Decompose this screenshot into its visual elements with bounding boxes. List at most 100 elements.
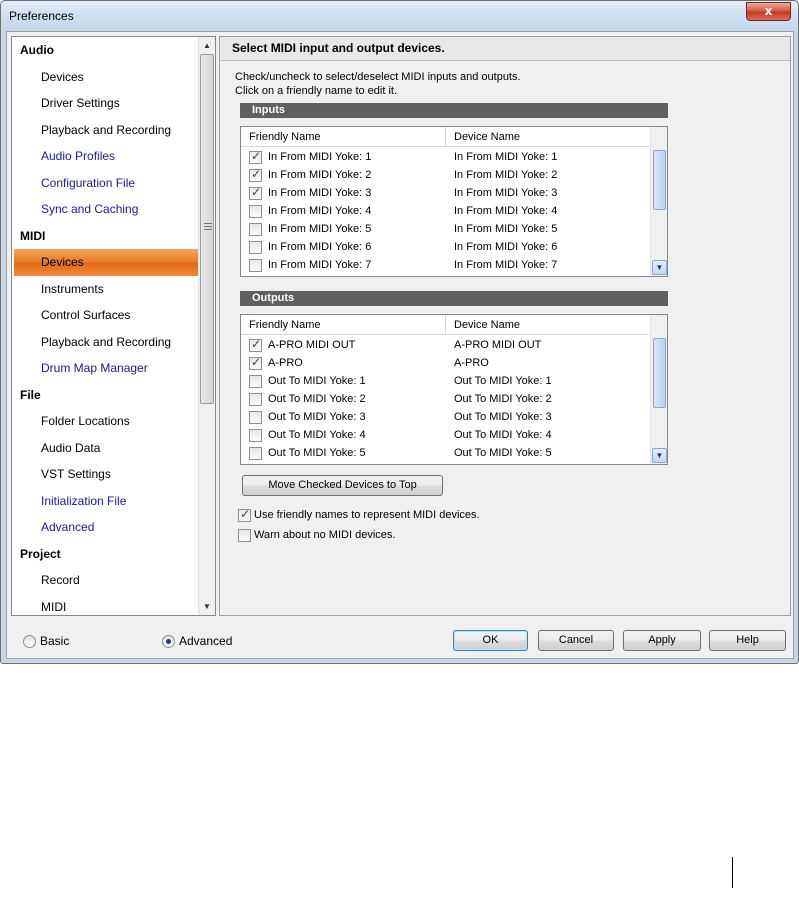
nav-section-project[interactable]: Project [12,541,200,568]
nav-item-devices[interactable]: Devices [12,64,200,91]
scroll-up-arrow-icon[interactable]: ▲ [199,37,215,54]
outputs-list-row[interactable]: Out To MIDI Yoke: 4 Out To MIDI Yoke: 4 [241,426,649,444]
use-friendly-names-checkbox[interactable] [238,507,251,522]
device-checkbox[interactable] [249,393,262,406]
device-checkbox[interactable] [249,223,262,236]
inputs-list-row[interactable]: In From MIDI Yoke: 1 In From MIDI Yoke: 1 [241,148,649,166]
scroll-down-arrow-icon[interactable]: ▼ [652,448,667,463]
nav-item-vst-settings[interactable]: VST Settings [12,461,200,488]
title-bar[interactable]: Preferences x [1,1,798,31]
friendly-name-cell[interactable]: In From MIDI Yoke: 6 [268,241,371,253]
friendly-name-column-header[interactable]: Friendly Name [249,131,321,143]
nav-item-advanced[interactable]: Advanced [12,514,200,541]
inputs-list-row[interactable]: In From MIDI Yoke: 3 In From MIDI Yoke: 3 [241,184,649,202]
outputs-list-row[interactable]: Out To MIDI Yoke: 5 Out To MIDI Yoke: 5 [241,444,649,462]
nav-item-midi[interactable]: MIDI [12,594,200,616]
nav-item-drum-map-manager[interactable]: Drum Map Manager [12,355,200,382]
friendly-name-cell[interactable]: In From MIDI Yoke: 4 [268,205,371,217]
device-checkbox[interactable] [249,167,262,182]
friendly-name-cell[interactable]: In From MIDI Yoke: 7 [268,259,371,271]
panel-header: Select MIDI input and output devices. [220,37,790,61]
friendly-name-cell[interactable]: In From MIDI Yoke: 5 [268,223,371,235]
page: Preferences x Audio Devices Driver Setting… [0,0,799,915]
device-name-cell: In From MIDI Yoke: 4 [454,205,558,217]
nav-section-file[interactable]: File [12,382,200,409]
ok-button[interactable]: OK [453,630,528,651]
device-checkbox[interactable] [249,355,262,370]
radio-circle-icon[interactable] [162,635,175,648]
inputs-scrollbar[interactable]: ▼ [650,127,667,276]
device-checkbox[interactable] [249,185,262,200]
warn-no-midi-label: Warn about no MIDI devices. [254,529,396,541]
nav-item-audio-data[interactable]: Audio Data [12,435,200,462]
device-name-cell: Out To MIDI Yoke: 5 [454,447,552,459]
nav-item-control-surfaces[interactable]: Control Surfaces [12,302,200,329]
outputs-list-header: Friendly Name Device Name [241,315,649,335]
inputs-list-row[interactable]: In From MIDI Yoke: 2 In From MIDI Yoke: 2 [241,166,649,184]
friendly-name-cell[interactable]: Out To MIDI Yoke: 5 [268,447,366,459]
inputs-list-row[interactable]: In From MIDI Yoke: 4 In From MIDI Yoke: 4 [241,202,649,220]
friendly-name-cell[interactable]: In From MIDI Yoke: 2 [268,169,371,181]
device-checkbox[interactable] [249,375,262,388]
category-scrollbar[interactable]: ▲ ▼ [198,37,215,615]
device-checkbox[interactable] [249,447,262,460]
device-checkbox[interactable] [249,149,262,164]
nav-item-initialization-file[interactable]: Initialization File [12,488,200,515]
nav-item-configuration-file[interactable]: Configuration File [12,170,200,197]
inputs-list-row[interactable]: In From MIDI Yoke: 5 In From MIDI Yoke: 5 [241,220,649,238]
help-button[interactable]: Help [709,630,786,651]
device-name-column-header[interactable]: Device Name [454,319,520,331]
nav-item-playback-and-recording[interactable]: Playback and Recording [12,117,200,144]
friendly-name-cell[interactable]: Out To MIDI Yoke: 2 [268,393,366,405]
inputs-list-row[interactable]: In From MIDI Yoke: 7 In From MIDI Yoke: 7 [241,256,649,274]
advanced-mode-label: Advanced [179,634,233,648]
outputs-list-row[interactable]: Out To MIDI Yoke: 2 Out To MIDI Yoke: 2 [241,390,649,408]
friendly-name-cell[interactable]: A-PRO [268,357,303,369]
friendly-name-cell[interactable]: In From MIDI Yoke: 3 [268,187,371,199]
device-checkbox[interactable] [249,411,262,424]
friendly-name-cell[interactable]: A-PRO MIDI OUT [268,339,355,351]
device-checkbox[interactable] [249,241,262,254]
scroll-thumb[interactable] [200,54,214,404]
move-checked-to-top-button[interactable]: Move Checked Devices to Top [242,475,443,496]
friendly-name-cell[interactable]: Out To MIDI Yoke: 3 [268,411,366,423]
client-area: Audio Devices Driver Settings Playback and … [6,31,794,659]
outputs-list-row[interactable]: Out To MIDI Yoke: 3 Out To MIDI Yoke: 3 [241,408,649,426]
apply-button[interactable]: Apply [623,630,701,651]
nav-item-sync-and-caching[interactable]: Sync and Caching [12,196,200,223]
outputs-scrollbar[interactable]: ▼ [650,315,667,464]
close-button[interactable]: x [746,2,791,21]
scroll-down-arrow-icon[interactable]: ▼ [199,598,215,615]
device-name-cell: Out To MIDI Yoke: 1 [454,375,552,387]
nav-item-playback-and-recording[interactable]: Playback and Recording [12,329,200,356]
inputs-list-row[interactable]: In From MIDI Yoke: 6 In From MIDI Yoke: 6 [241,238,649,256]
basic-mode-label: Basic [40,634,70,648]
outputs-scroll-thumb[interactable] [653,338,666,408]
device-checkbox[interactable] [249,337,262,352]
nav-item-record[interactable]: Record [12,567,200,594]
device-checkbox[interactable] [249,205,262,218]
cancel-button[interactable]: Cancel [538,630,614,651]
nav-item-folder-locations[interactable]: Folder Locations [12,408,200,435]
friendly-name-cell[interactable]: Out To MIDI Yoke: 1 [268,375,366,387]
friendly-name-column-header[interactable]: Friendly Name [249,319,321,331]
nav-item-devices[interactable]: Devices [14,249,198,276]
nav-section-audio[interactable]: Audio [12,37,200,64]
scroll-down-arrow-icon[interactable]: ▼ [652,260,667,275]
friendly-name-cell[interactable]: In From MIDI Yoke: 1 [268,151,371,163]
friendly-name-cell[interactable]: Out To MIDI Yoke: 4 [268,429,366,441]
warn-no-midi-checkbox[interactable] [238,529,251,542]
outputs-list-row[interactable]: A-PRO MIDI OUT A-PRO MIDI OUT [241,336,649,354]
inputs-scroll-thumb[interactable] [653,150,666,210]
device-checkbox[interactable] [249,259,262,272]
preferences-window: Preferences x Audio Devices Driver Setting… [0,0,799,664]
device-name-column-header[interactable]: Device Name [454,131,520,143]
nav-item-audio-profiles[interactable]: Audio Profiles [12,143,200,170]
nav-item-driver-settings[interactable]: Driver Settings [12,90,200,117]
nav-section-midi[interactable]: MIDI [12,223,200,250]
outputs-list-row[interactable]: Out To MIDI Yoke: 1 Out To MIDI Yoke: 1 [241,372,649,390]
nav-item-instruments[interactable]: Instruments [12,276,200,303]
device-checkbox[interactable] [249,429,262,442]
outputs-list-row[interactable]: A-PRO A-PRO [241,354,649,372]
radio-circle-icon[interactable] [23,635,36,648]
